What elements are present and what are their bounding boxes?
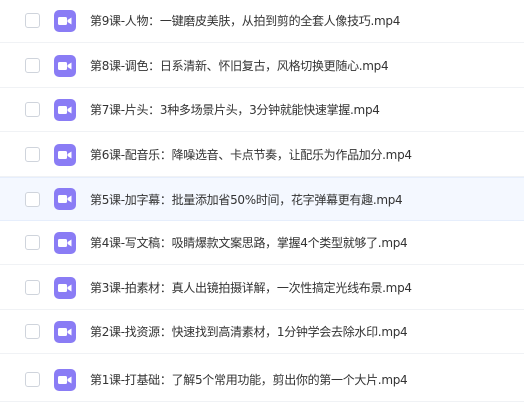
file-row[interactable]: 第7课-片头：3种多场景片头，3分钟就能快速掌握.mp4 <box>0 88 524 132</box>
row-checkbox[interactable] <box>25 324 40 339</box>
video-file-icon <box>54 231 76 254</box>
file-row[interactable]: 第1课-打基础：了解5个常用功能，剪出你的第一个大片.mp4 <box>0 358 524 402</box>
file-row[interactable]: 第6课-配音乐：降噪选音、卡点节奏，让配乐为作品加分.mp4 <box>0 133 524 177</box>
row-checkbox[interactable] <box>25 147 40 162</box>
file-row[interactable]: 第2课-找资源：快速找到高清素材，1分钟学会去除水印.mp4 <box>0 310 524 354</box>
file-name[interactable]: 第4课-写文稿：吸睛爆款文案思路，掌握4个类型就够了.mp4 <box>90 234 408 251</box>
video-file-icon <box>54 320 76 343</box>
video-file-icon <box>54 368 76 391</box>
row-checkbox[interactable] <box>25 235 40 250</box>
row-checkbox[interactable] <box>25 58 40 73</box>
file-name[interactable]: 第2课-找资源：快速找到高清素材，1分钟学会去除水印.mp4 <box>90 323 408 340</box>
file-row[interactable]: 第9课-人物：一键磨皮美肤，从拍到剪的全套人像技巧.mp4 <box>0 0 524 43</box>
video-file-icon <box>54 188 76 210</box>
file-name[interactable]: 第3课-拍素材：真人出镜拍摄详解，一次性搞定光线布景.mp4 <box>90 279 412 296</box>
row-checkbox[interactable] <box>25 102 40 117</box>
video-file-icon <box>54 98 76 121</box>
file-name[interactable]: 第6课-配音乐：降噪选音、卡点节奏，让配乐为作品加分.mp4 <box>90 146 412 163</box>
file-row[interactable]: 第4课-写文稿：吸睛爆款文案思路，掌握4个类型就够了.mp4 <box>0 221 524 265</box>
file-name[interactable]: 第1课-打基础：了解5个常用功能，剪出你的第一个大片.mp4 <box>90 371 408 388</box>
file-name[interactable]: 第7课-片头：3种多场景片头，3分钟就能快速掌握.mp4 <box>90 101 380 118</box>
video-file-icon <box>54 276 76 299</box>
file-name[interactable]: 第9课-人物：一键磨皮美肤，从拍到剪的全套人像技巧.mp4 <box>90 12 400 29</box>
file-row[interactable]: 第3课-拍素材：真人出镜拍摄详解，一次性搞定光线布景.mp4 <box>0 266 524 310</box>
file-name[interactable]: 第5课-加字幕：批量添加省50%时间，花字弹幕更有趣.mp4 <box>90 191 403 208</box>
file-list: 第9课-人物：一键磨皮美肤，从拍到剪的全套人像技巧.mp4 第8课-调色：日系清… <box>0 0 524 403</box>
video-file-icon <box>54 9 76 32</box>
video-file-icon <box>54 143 76 166</box>
file-row-hovered[interactable]: 第5课-加字幕：批量添加省50%时间，花字弹幕更有趣.mp4 <box>0 177 524 221</box>
file-row[interactable]: 第8课-调色：日系清新、怀旧复古，风格切换更随心.mp4 <box>0 44 524 88</box>
file-name[interactable]: 第8课-调色：日系清新、怀旧复古，风格切换更随心.mp4 <box>90 57 389 74</box>
row-checkbox[interactable] <box>25 280 40 295</box>
row-checkbox[interactable] <box>25 372 40 387</box>
video-file-icon <box>54 54 76 77</box>
row-checkbox[interactable] <box>25 191 40 207</box>
row-checkbox[interactable] <box>25 13 40 28</box>
